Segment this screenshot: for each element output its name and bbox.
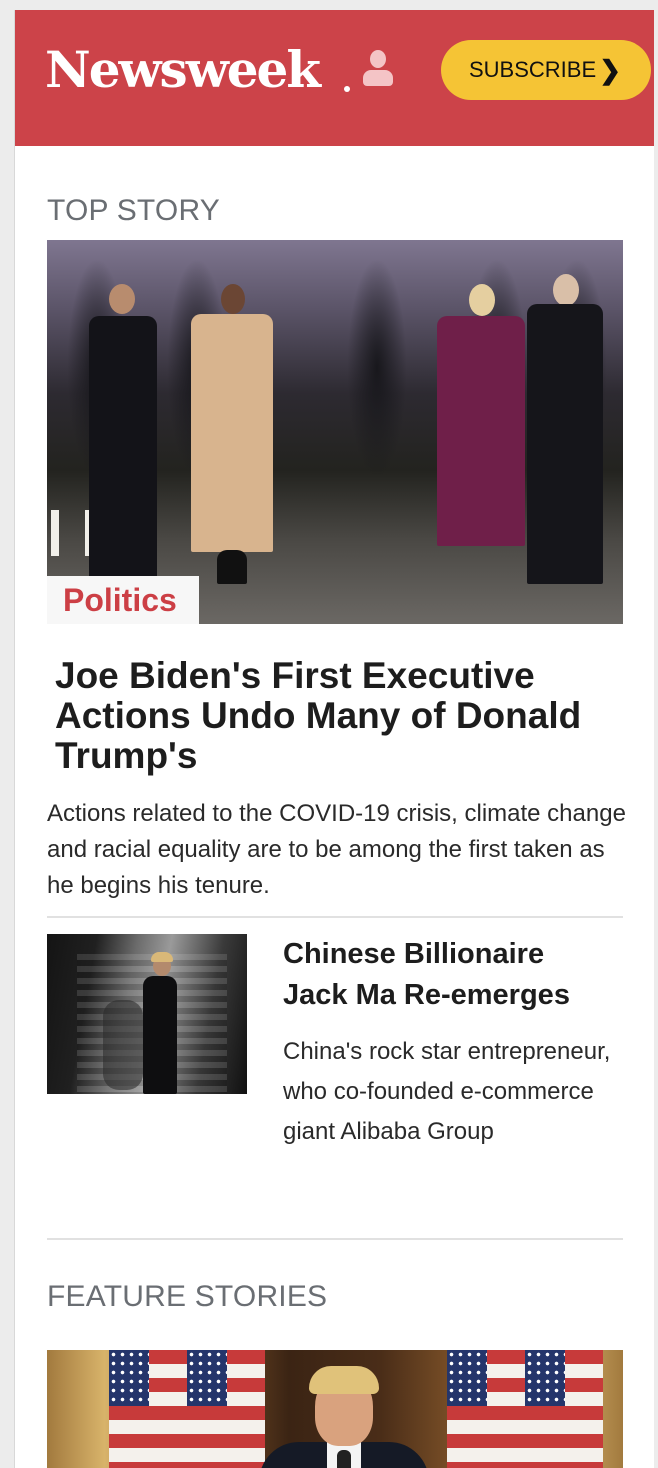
microphone	[337, 1450, 351, 1468]
secondary-story-thumbnail[interactable]	[47, 934, 247, 1094]
page-frame: Newsweek SUBSCRIBE ❯ TOP STORY Politics …	[14, 10, 654, 1468]
top-story-summary: Actions related to the COVID-19 crisis, …	[47, 800, 626, 899]
thumb-figure-hair	[151, 952, 173, 962]
category-tag-politics[interactable]: Politics	[47, 576, 199, 624]
person-head	[553, 274, 579, 306]
flag-union	[187, 1350, 227, 1406]
speaker-hair	[309, 1366, 379, 1394]
thumb-figure-body	[143, 976, 177, 1094]
chevron-right-icon: ❯	[599, 55, 621, 85]
user-icon-head	[370, 50, 386, 68]
divider	[47, 1238, 623, 1240]
top-story-headline[interactable]: Joe Biden's First Executive Actions Undo…	[55, 656, 615, 776]
subscribe-button[interactable]: SUBSCRIBE ❯	[441, 40, 651, 100]
hero-person	[433, 284, 529, 584]
feature-story-image[interactable]	[47, 1350, 623, 1468]
top-story-section-title: TOP STORY	[47, 194, 220, 227]
newsweek-logo[interactable]: Newsweek	[45, 40, 321, 100]
top-story-image[interactable]: Politics	[47, 240, 623, 624]
hero-lamp	[51, 510, 59, 556]
hero-person	[187, 284, 277, 584]
flag-union	[109, 1350, 149, 1406]
thumb-shadow	[103, 1000, 143, 1090]
user-account-icon[interactable]	[361, 50, 393, 90]
flag-union	[447, 1350, 487, 1406]
person-body	[89, 316, 157, 584]
hero-person	[523, 274, 607, 584]
logo-registered-mark	[344, 86, 350, 92]
person-head	[109, 284, 135, 314]
secondary-story-summary: China's rock star entrepreneur, who co-f…	[283, 1038, 611, 1145]
feature-stories-section-title: FEATURE STORIES	[47, 1280, 328, 1313]
divider	[47, 916, 623, 918]
user-icon-body	[363, 70, 393, 86]
person-body	[191, 314, 273, 552]
site-header: Newsweek SUBSCRIBE ❯	[15, 10, 654, 146]
person-head	[221, 284, 245, 314]
subscribe-label: SUBSCRIBE	[469, 57, 597, 82]
person-body	[527, 304, 603, 584]
person-head	[469, 284, 495, 316]
secondary-story-headline[interactable]: Chinese Billionaire Jack Ma Re-emerges	[283, 934, 613, 1016]
hero-person	[83, 284, 163, 584]
flag-union	[525, 1350, 565, 1406]
hero-tree	[347, 258, 407, 478]
person-body	[437, 316, 525, 546]
person-boots	[217, 550, 247, 584]
